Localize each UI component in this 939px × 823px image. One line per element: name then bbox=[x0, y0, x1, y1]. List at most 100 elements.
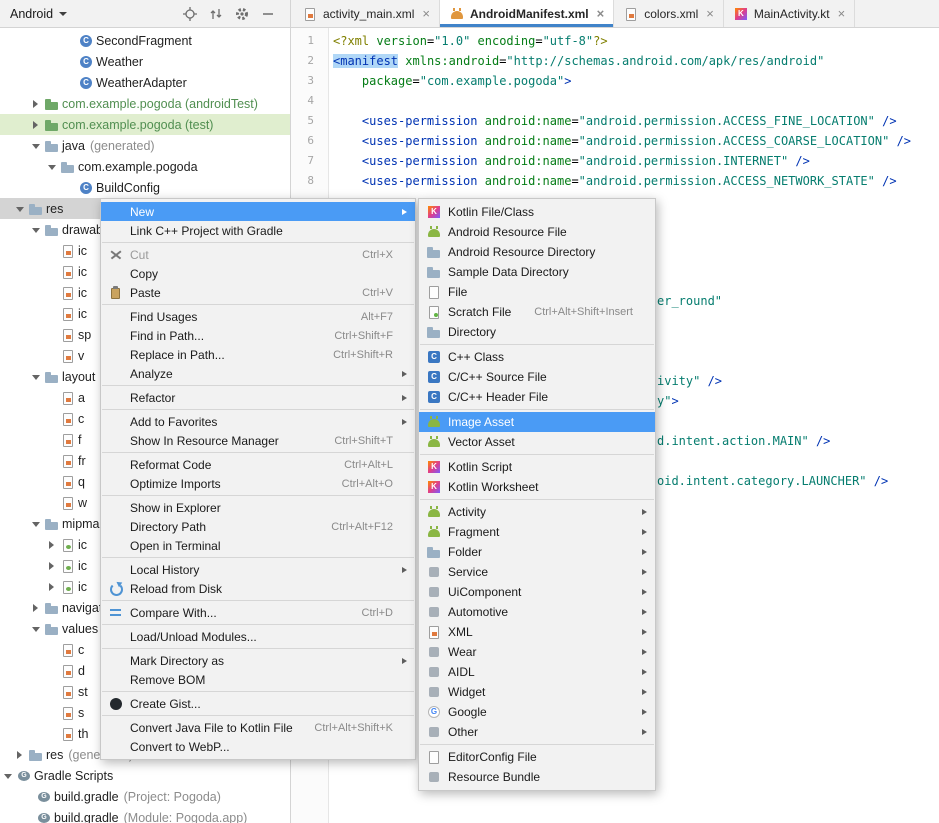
chevron-right-icon[interactable] bbox=[12, 747, 28, 763]
tree-row[interactable]: SecondFragment bbox=[0, 30, 290, 51]
menu-item[interactable]: Directory Path Ctrl+Alt+F12 bbox=[101, 517, 415, 536]
menu-item[interactable]: Open in Terminal bbox=[101, 536, 415, 555]
tree-row[interactable]: Weather bbox=[0, 51, 290, 72]
menu-item[interactable]: Activity bbox=[419, 502, 655, 522]
menu-item[interactable]: Load/Unload Modules... bbox=[101, 627, 415, 646]
menu-item[interactable]: Wear bbox=[419, 642, 655, 662]
line-number[interactable]: 3 bbox=[291, 71, 325, 91]
menu-item[interactable]: Fragment bbox=[419, 522, 655, 542]
menu-item[interactable]: Copy bbox=[101, 264, 415, 283]
menu-item[interactable]: Link C++ Project with Gradle bbox=[101, 221, 415, 240]
menu-item[interactable]: C/C++ Source File bbox=[419, 367, 655, 387]
tree-row[interactable]: build.gradle (Project: Pogoda) bbox=[0, 786, 290, 807]
menu-item[interactable]: Analyze bbox=[101, 364, 415, 383]
menu-item[interactable]: Replace in Path... Ctrl+Shift+R bbox=[101, 345, 415, 364]
menu-item[interactable]: New bbox=[101, 202, 415, 221]
menu-item[interactable]: Reload from Disk bbox=[101, 579, 415, 598]
menu-item[interactable]: Resource Bundle bbox=[419, 767, 655, 787]
menu-item[interactable]: Paste Ctrl+V bbox=[101, 283, 415, 302]
menu-item[interactable]: Create Gist... bbox=[101, 694, 415, 713]
tree-row[interactable]: build.gradle (Module: Pogoda.app) bbox=[0, 807, 290, 823]
menu-item[interactable]: C/C++ Header File bbox=[419, 387, 655, 407]
hide-panel-icon[interactable] bbox=[260, 6, 276, 22]
chevron-down-icon[interactable] bbox=[12, 201, 28, 217]
menu-item[interactable]: Other bbox=[419, 722, 655, 742]
close-icon[interactable] bbox=[422, 7, 430, 20]
line-number[interactable]: 4 bbox=[291, 91, 325, 111]
menu-item[interactable]: Kotlin File/Class bbox=[419, 202, 655, 222]
close-icon[interactable] bbox=[838, 7, 846, 20]
editor-tab[interactable]: MainActivity.kt bbox=[724, 0, 855, 27]
editor-tab[interactable]: AndroidManifest.xml bbox=[440, 0, 614, 27]
tree-row[interactable]: java (generated) bbox=[0, 135, 290, 156]
menu-item[interactable]: Widget bbox=[419, 682, 655, 702]
menu-item[interactable]: UiComponent bbox=[419, 582, 655, 602]
menu-item[interactable]: Refactor bbox=[101, 388, 415, 407]
menu-item[interactable]: Automotive bbox=[419, 602, 655, 622]
menu-item[interactable]: Folder bbox=[419, 542, 655, 562]
menu-item[interactable]: Scratch File Ctrl+Alt+Shift+Insert bbox=[419, 302, 655, 322]
chevron-down-icon[interactable] bbox=[44, 159, 60, 175]
menu-item[interactable]: Convert to WebP... bbox=[101, 737, 415, 756]
menu-item[interactable]: Optimize Imports Ctrl+Alt+O bbox=[101, 474, 415, 493]
menu-item[interactable]: Reformat Code Ctrl+Alt+L bbox=[101, 455, 415, 474]
tree-row[interactable]: com.example.pogoda (androidTest) bbox=[0, 93, 290, 114]
settings-gear-icon[interactable] bbox=[234, 6, 250, 22]
line-number[interactable]: 1 bbox=[291, 31, 325, 51]
tree-row[interactable]: Gradle Scripts bbox=[0, 765, 290, 786]
chevron-right-icon[interactable] bbox=[44, 558, 60, 574]
line-number[interactable]: 8 bbox=[291, 171, 325, 191]
menu-item[interactable]: Android Resource File bbox=[419, 222, 655, 242]
menu-item[interactable]: AIDL bbox=[419, 662, 655, 682]
chevron-right-icon[interactable] bbox=[28, 117, 44, 133]
chevron-down-icon[interactable] bbox=[28, 621, 44, 637]
menu-item[interactable]: Cut Ctrl+X bbox=[101, 245, 415, 264]
menu-item[interactable]: Remove BOM bbox=[101, 670, 415, 689]
chevron-right-icon[interactable] bbox=[44, 579, 60, 595]
menu-item[interactable]: Google bbox=[419, 702, 655, 722]
line-number[interactable]: 6 bbox=[291, 131, 325, 151]
chevron-right-icon[interactable] bbox=[44, 537, 60, 553]
menu-item[interactable]: Directory bbox=[419, 322, 655, 342]
menu-item[interactable]: Service bbox=[419, 562, 655, 582]
tree-row[interactable]: com.example.pogoda bbox=[0, 156, 290, 177]
menu-item[interactable]: Add to Favorites bbox=[101, 412, 415, 431]
collapse-all-icon[interactable] bbox=[208, 6, 224, 22]
chevron-right-icon[interactable] bbox=[28, 96, 44, 112]
menu-item[interactable]: Android Resource Directory bbox=[419, 242, 655, 262]
menu-item[interactable]: Mark Directory as bbox=[101, 651, 415, 670]
menu-item[interactable]: Kotlin Worksheet bbox=[419, 477, 655, 497]
menu-item[interactable]: EditorConfig File bbox=[419, 747, 655, 767]
chevron-down-icon[interactable] bbox=[0, 768, 16, 784]
menu-item[interactable]: Kotlin Script bbox=[419, 457, 655, 477]
line-number[interactable]: 2 bbox=[291, 51, 325, 71]
chevron-down-icon[interactable] bbox=[28, 222, 44, 238]
menu-item[interactable]: Local History bbox=[101, 560, 415, 579]
menu-item[interactable]: Find in Path... Ctrl+Shift+F bbox=[101, 326, 415, 345]
close-icon[interactable] bbox=[706, 7, 714, 20]
chevron-right-icon[interactable] bbox=[28, 600, 44, 616]
menu-item[interactable]: Find Usages Alt+F7 bbox=[101, 307, 415, 326]
menu-item[interactable]: XML bbox=[419, 622, 655, 642]
tree-row[interactable]: BuildConfig bbox=[0, 177, 290, 198]
chevron-down-icon[interactable] bbox=[28, 516, 44, 532]
line-number[interactable]: 5 bbox=[291, 111, 325, 131]
menu-item[interactable]: Show In Resource Manager Ctrl+Shift+T bbox=[101, 431, 415, 450]
menu-item[interactable]: Sample Data Directory bbox=[419, 262, 655, 282]
menu-item[interactable]: Show in Explorer bbox=[101, 498, 415, 517]
menu-item[interactable]: Vector Asset bbox=[419, 432, 655, 452]
chevron-down-icon[interactable] bbox=[28, 138, 44, 154]
tree-row[interactable]: com.example.pogoda (test) bbox=[0, 114, 290, 135]
close-icon[interactable] bbox=[597, 7, 605, 20]
menu-item[interactable]: Convert Java File to Kotlin File Ctrl+Al… bbox=[101, 718, 415, 737]
locate-file-icon[interactable] bbox=[182, 6, 198, 22]
chevron-down-icon[interactable] bbox=[28, 369, 44, 385]
menu-item[interactable]: File bbox=[419, 282, 655, 302]
tree-row[interactable]: WeatherAdapter bbox=[0, 72, 290, 93]
project-view-selector[interactable]: Android bbox=[10, 7, 67, 21]
editor-tab[interactable]: activity_main.xml bbox=[293, 0, 440, 27]
menu-item[interactable]: Image Asset bbox=[419, 412, 655, 432]
menu-item[interactable]: Compare With... Ctrl+D bbox=[101, 603, 415, 622]
line-number[interactable]: 7 bbox=[291, 151, 325, 171]
editor-tab[interactable]: colors.xml bbox=[614, 0, 724, 27]
